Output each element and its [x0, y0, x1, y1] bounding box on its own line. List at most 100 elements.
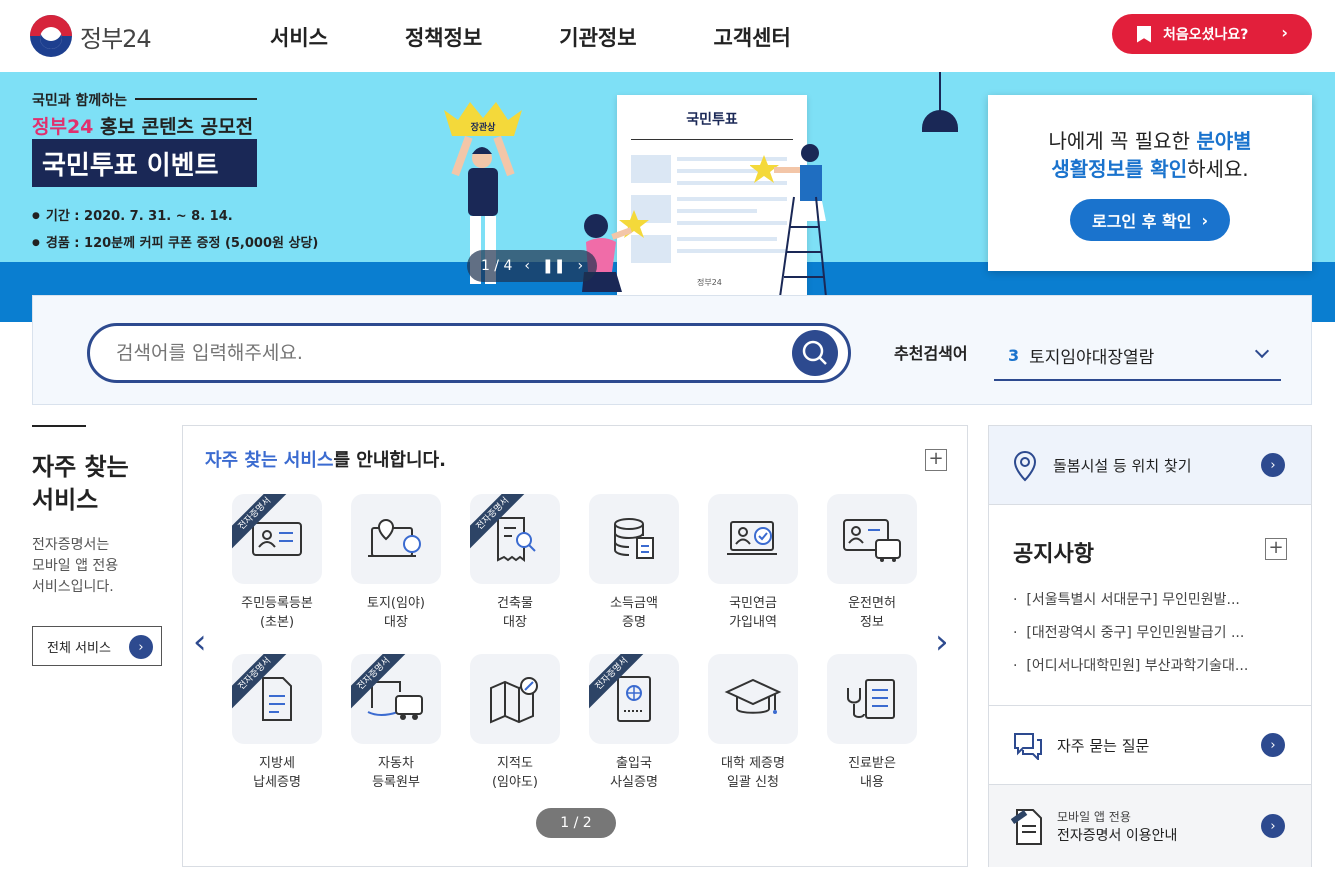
- all-services-label: 전체 서비스: [47, 640, 111, 656]
- pause-icon[interactable]: ❚❚: [542, 258, 565, 274]
- chevron-right-icon: ›: [1261, 453, 1285, 477]
- login-text-highlight: 분야별: [1196, 129, 1252, 153]
- building-doc-icon: [497, 517, 536, 562]
- nav-support[interactable]: 고객센터: [714, 22, 791, 52]
- panel-heading-rest: 를 안내합니다.: [333, 450, 446, 471]
- woman-on-ladder-illustration: [750, 144, 827, 297]
- section-description: 전자증명서는 모바일 앱 전용 서비스입니다.: [32, 535, 162, 598]
- service-label-line: 출입국: [616, 756, 652, 771]
- service-label-line: 납세증명: [253, 775, 301, 790]
- login-check-button[interactable]: 로그인 후 확인 ›: [1069, 199, 1231, 241]
- expand-plus-button[interactable]: +: [925, 449, 947, 471]
- service-tile: [589, 494, 679, 584]
- chevron-right-icon: ›: [1281, 23, 1288, 42]
- service-tile: 전자증명서: [351, 654, 441, 744]
- next-arrow-icon[interactable]: ›: [935, 622, 949, 662]
- banner-subtitle: 국민과 함께하는: [32, 93, 128, 109]
- notice-item[interactable]: · [어디서나대학민원] 부산과학기술대...: [1013, 650, 1285, 683]
- service-medical-records[interactable]: 진료받은 내용: [822, 654, 922, 792]
- mobile-e-certificate-guide[interactable]: 모바일 앱 전용 전자증명서 이용안내 ›: [989, 785, 1311, 867]
- service-label-line: 지적도: [497, 756, 533, 771]
- service-label: 출입국 사실증명: [584, 754, 684, 792]
- chevron-right-icon: ›: [1201, 210, 1209, 230]
- service-income-certificate[interactable]: 소득금액증명: [584, 494, 684, 632]
- banner-pager[interactable]: 1 / 4 ‹ ❚❚ ›: [467, 250, 597, 282]
- land-map-icon: [368, 518, 421, 557]
- service-tile: [827, 654, 917, 744]
- service-university-certificates[interactable]: 대학 제증명일괄 신청: [703, 654, 803, 792]
- prev-icon[interactable]: ‹: [524, 258, 530, 274]
- main-nav: 서비스 정책정보 기관정보 고객센터: [270, 22, 868, 52]
- service-national-pension[interactable]: 국민연금 가입내역: [703, 494, 803, 632]
- faq-link[interactable]: 자주 묻는 질문 ›: [989, 706, 1311, 785]
- database-doc-icon: [614, 518, 654, 559]
- section-rule: [32, 425, 86, 427]
- service-tile: 전자증명서: [232, 654, 322, 744]
- service-immigration[interactable]: 전자증명서 출입국 사실증명: [584, 654, 684, 792]
- login-card: 나에게 꼭 필요한 분야별 생활정보를 확인하세요. 로그인 후 확인 ›: [988, 95, 1312, 271]
- nav-policy[interactable]: 정책정보: [405, 22, 482, 52]
- service-car-registration[interactable]: 전자증명서 자동차등록원부: [346, 654, 446, 792]
- graduation-cap-icon: [724, 678, 782, 714]
- notice-more-button[interactable]: +: [1265, 538, 1287, 560]
- paper-box: [631, 155, 671, 183]
- promo-banner[interactable]: 국민과 함께하는 정부24 홍보 콘텐츠 공모전 국민투표 이벤트 기간 : 2…: [0, 72, 1335, 322]
- nav-agency[interactable]: 기관정보: [559, 22, 636, 52]
- service-label: 소득금액증명: [584, 594, 684, 632]
- banner-prize: 경품 : 120분께 커피 쿠폰 증정 (5,000원 상당): [32, 230, 319, 257]
- service-label: 자동차등록원부: [346, 754, 446, 792]
- notice-title: 공지사항: [1013, 542, 1094, 567]
- services-pager[interactable]: 1 / 2: [536, 808, 616, 838]
- e-certificate-doc-icon: [1011, 809, 1042, 845]
- nav-services[interactable]: 서비스: [270, 22, 328, 52]
- service-label-line: 소득금액: [610, 596, 658, 611]
- service-label-line: 내용: [860, 775, 884, 790]
- recommended-rank: 3: [1008, 345, 1020, 365]
- service-label-line: 정보: [860, 615, 884, 630]
- service-label: 운전면허정보: [822, 594, 922, 632]
- chat-bubbles-icon: [1014, 733, 1042, 760]
- service-driver-license[interactable]: 운전면허정보: [822, 494, 922, 632]
- gov24-logo[interactable]: 정부24: [30, 14, 170, 58]
- service-resident-registration[interactable]: 전자증명서 주민등록등본 (초본): [227, 494, 327, 632]
- service-label-line: 대학 제증명: [721, 756, 785, 771]
- service-label-line: 주민등록등본: [241, 596, 313, 611]
- service-label-line: 자동차: [378, 756, 414, 771]
- service-land-register[interactable]: 토지(임야) 대장: [346, 494, 446, 632]
- recommended-dropdown[interactable]: 3 토지임야대장열람: [994, 331, 1281, 381]
- service-label-line: 증명: [622, 615, 646, 630]
- first-visit-button[interactable]: 처음오셨나요? ›: [1112, 14, 1312, 54]
- login-text: 나에게 꼭 필요한: [1048, 129, 1197, 153]
- banner-brand: 정부24: [32, 116, 94, 138]
- service-label-line: 운전면허: [848, 596, 896, 611]
- location-pin-icon: [1013, 450, 1037, 482]
- right-column: 돌봄시설 등 위치 찾기 › 공지사항 + · [서울특별시 서대문구] 무인민…: [988, 425, 1312, 867]
- notice-item[interactable]: · [서울특별시 서대문구] 무인민원발...: [1013, 584, 1285, 617]
- banner-event-title: 국민투표 이벤트: [32, 139, 257, 187]
- service-label: 건축물 대장: [465, 594, 565, 632]
- care-facility-finder[interactable]: 돌봄시설 등 위치 찾기 ›: [989, 426, 1311, 505]
- service-label-line: 토지(임야): [367, 596, 425, 611]
- service-label-line: 가입내역: [729, 615, 777, 630]
- service-label-line: 대장: [384, 615, 408, 630]
- chevron-down-icon[interactable]: [1254, 343, 1270, 359]
- service-label-line: 일괄 신청: [727, 775, 779, 790]
- notice-item[interactable]: · [대전광역시 중구] 무인민원발급기 ...: [1013, 617, 1285, 650]
- header: 정부24 서비스 정책정보 기관정보 고객센터 처음오셨나요? ›: [0, 0, 1335, 72]
- search-input[interactable]: [116, 340, 756, 366]
- next-icon[interactable]: ›: [577, 258, 583, 274]
- all-services-button[interactable]: 전체 서비스 ›: [32, 626, 162, 666]
- banner-info: 기간 : 2020. 7. 31. ~ 8. 14. 경품 : 120분께 커피…: [32, 203, 319, 257]
- service-label-line: 등록원부: [372, 775, 420, 790]
- prev-arrow-icon[interactable]: ‹: [193, 622, 207, 662]
- search-button[interactable]: [792, 330, 838, 376]
- search-box: [87, 323, 851, 383]
- recommended-keyword[interactable]: 토지임야대장열람: [1029, 343, 1154, 368]
- desc-line: 전자증명서는: [32, 537, 110, 553]
- login-button-label: 로그인 후 확인: [1091, 212, 1192, 231]
- service-building-register[interactable]: 전자증명서 건축물 대장: [465, 494, 565, 632]
- service-cadastral-map[interactable]: 지적도 (임야도): [465, 654, 565, 792]
- service-local-tax[interactable]: 전자증명서 지방세 납세증명: [227, 654, 327, 792]
- id-card-icon: [252, 522, 302, 556]
- service-tile: [351, 494, 441, 584]
